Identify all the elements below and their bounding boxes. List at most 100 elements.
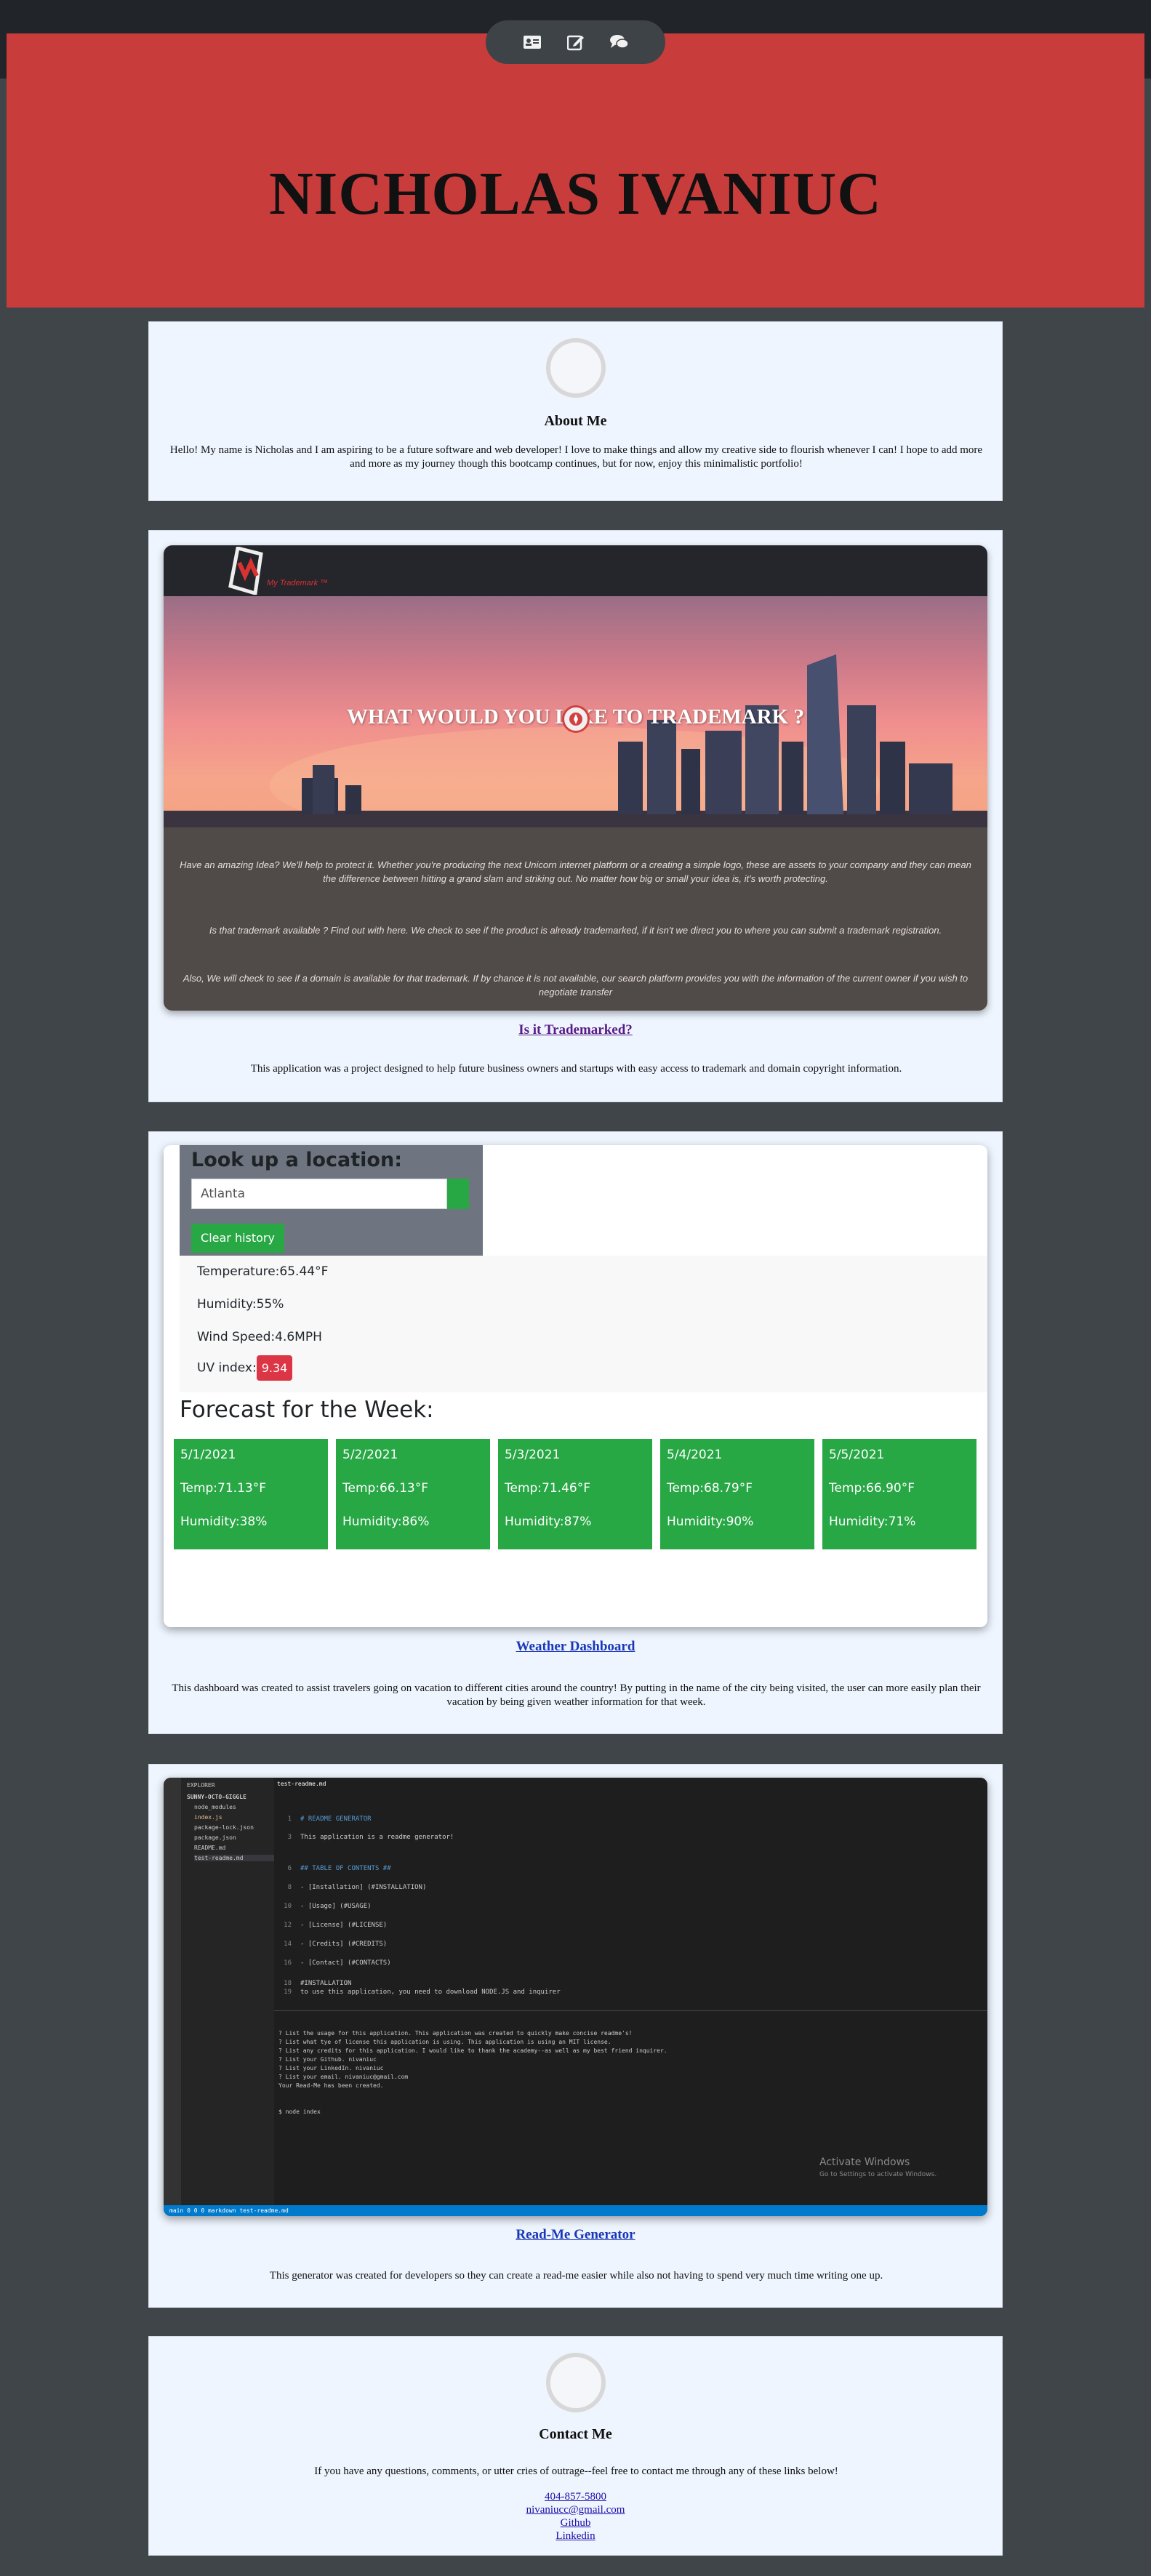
forecast-date: 5/2/2021 [342,1448,398,1462]
about-card: About Me Hello! My name is Nicholas and … [148,321,1003,501]
project-link-weather[interactable]: Weather Dashboard [149,1639,1002,1655]
preview-navbar: My Trademark ™ [164,545,987,596]
nav-contact-button[interactable] [609,31,630,53]
clear-history-button[interactable]: Clear history [191,1224,284,1253]
forecast-temp: Temp:68.79°F [667,1481,753,1496]
uv-label: UV index: [197,1360,257,1376]
project-card-weather: Look up a location: Atlanta Clear histor… [148,1131,1003,1734]
project-description: This generator was created for developer… [269,2270,883,2282]
terminal-line: ? List what tye of license this applicat… [278,2039,611,2045]
forecast-temp: Temp:71.13°F [180,1481,266,1496]
contact-card: Contact Me If you have any questions, co… [148,2336,1003,2556]
trademark-preview[interactable]: My Trademark ™ WHAT WOULD YOU LIKE [164,545,987,1011]
line-number: 6 [287,1865,292,1872]
file-item[interactable]: README.md [194,1845,225,1851]
forecast-humidity: Humidity:90% [667,1514,754,1529]
code-editor[interactable]: test-readme.md 1 # README GENERATOR 3 Th… [274,1778,987,2010]
uv-index: UV index: 9.34 [197,1355,293,1381]
activity-bar [164,1778,181,2205]
file-item[interactable]: node_modules [194,1804,236,1810]
temperature-text: Temperature:65.44°F [197,1264,329,1279]
project-card-trademark: My Trademark ™ WHAT WOULD YOU LIKE [148,530,1003,1102]
line-number: 12 [284,1922,292,1929]
preview-paragraph: Have an amazing Idea? We'll help to prot… [180,859,971,884]
forecast-card: 5/5/2021 Temp:66.90°F Humidity:71% [822,1439,976,1549]
windows-watermark-sub: Go to Settings to activate Windows. [819,2171,937,2178]
weather-search-panel: Look up a location: Atlanta Clear histor… [180,1145,483,1256]
terminal-panel[interactable]: ? List the usage for this application. T… [274,2010,987,2205]
current-weather: Temperature:65.44°F Humidity:55% Wind Sp… [180,1256,987,1392]
terminal-line: ? List the usage for this application. T… [278,2030,633,2037]
forecast-date: 5/3/2021 [505,1448,561,1462]
project-link-readme[interactable]: Read-Me Generator [149,2227,1002,2243]
project-folder: SUNNY-OCTO-GIGGLE [187,1794,246,1800]
nav-pill [486,20,665,64]
wind-text: Wind Speed:4.6MPH [197,1330,322,1344]
file-item[interactable]: test-readme.md [194,1855,274,1861]
forecast-date: 5/5/2021 [829,1448,885,1462]
editor-tab[interactable]: test-readme.md [277,1781,326,1787]
forecast-humidity: Humidity:71% [829,1514,916,1529]
forecast-card: 5/4/2021 Temp:68.79°F Humidity:90% [660,1439,814,1549]
header-banner: NICHOLAS IVANIUC [7,33,1144,308]
github-link[interactable]: Github [149,2516,1002,2529]
terminal-line: ? List any credits for this application.… [278,2047,667,2054]
nav-projects-button[interactable] [565,31,587,53]
forecast-humidity: Humidity:86% [342,1514,430,1529]
trademark-logo-icon [228,547,263,595]
contact-text: If you have any questions, comments, or … [314,2465,838,2477]
terminal-line: Your Read-Me has been created. [278,2082,384,2089]
file-item[interactable]: index.js [194,1814,222,1821]
compass-icon[interactable] [562,705,590,733]
terminal-line: ? List your Github. nivaniuc [278,2056,377,2063]
contact-avatar [546,2353,606,2412]
email-link[interactable]: nivaniucc@gmail.com [149,2503,1002,2516]
line-number: 14 [284,1941,292,1948]
city-search-input[interactable]: Atlanta [191,1179,447,1209]
code-line: ## TABLE OF CONTENTS ## [300,1865,391,1872]
contact-links: 404-857-5800 nivaniucc@gmail.com Github … [149,2490,1002,2543]
contact-title: Contact Me [539,2426,612,2442]
nav-about-button[interactable] [521,31,543,53]
avatar [546,338,606,398]
forecast-date: 5/4/2021 [667,1448,723,1462]
comments-icon [609,35,629,49]
preview-paragraph: Is that trademark available ? Find out w… [209,925,942,936]
code-line: This application is a readme generator! [300,1834,454,1841]
line-number: 18 [284,1980,292,1987]
code-line: # README GENERATOR [300,1815,372,1823]
code-line: - [Installation] (#INSTALLATION) [300,1884,427,1891]
file-item[interactable]: package-lock.json [194,1824,254,1831]
project-description: This dashboard was created to assist tra… [172,1682,981,1708]
page-title: NICHOLAS IVANIUC [269,160,882,228]
search-button[interactable] [447,1179,469,1209]
humidity-text: Humidity:55% [197,1297,284,1312]
status-bar: main 0 0 0 markdown test-readme.md [164,2205,987,2216]
line-number: 10 [284,1903,292,1910]
forecast-temp: Temp:66.13°F [342,1481,428,1496]
forecast-card: 5/3/2021 Temp:71.46°F Humidity:87% [498,1439,652,1549]
preview-text-section: Have an amazing Idea? We'll help to prot… [164,827,987,1011]
preview-hero-image: WHAT WOULD YOU LIKE TO TRADEMARK ? [164,596,987,827]
forecast-humidity: Humidity:87% [505,1514,592,1529]
file-item[interactable]: package.json [194,1834,236,1841]
line-number: 16 [284,1959,292,1967]
id-card-icon [523,36,541,49]
project-card-readme: EXPLORER SUNNY-OCTO-GIGGLE node_modules … [148,1764,1003,2308]
forecast-temp: Temp:71.46°F [505,1481,590,1496]
uv-badge: 9.34 [256,1355,293,1381]
linkedin-link[interactable]: Linkedin [149,2529,1002,2543]
forecast-card: 5/2/2021 Temp:66.13°F Humidity:86% [336,1439,490,1549]
weather-preview[interactable]: Look up a location: Atlanta Clear histor… [164,1145,987,1627]
forecast-title: Forecast for the Week: [180,1397,434,1423]
windows-watermark: Activate Windows [819,2156,910,2168]
explorer-title: EXPLORER [187,1782,215,1789]
forecast-temp: Temp:66.90°F [829,1481,915,1496]
explorer-sidebar: EXPLORER SUNNY-OCTO-GIGGLE node_modules … [181,1778,274,2205]
line-number: 3 [287,1834,292,1841]
line-number: 8 [287,1884,292,1891]
readme-preview[interactable]: EXPLORER SUNNY-OCTO-GIGGLE node_modules … [164,1778,987,2216]
phone-link[interactable]: 404-857-5800 [149,2490,1002,2503]
project-link-trademark[interactable]: Is it Trademarked? [149,1022,1002,1038]
code-line: - [Contact] (#CONTACTS) [300,1959,391,1967]
